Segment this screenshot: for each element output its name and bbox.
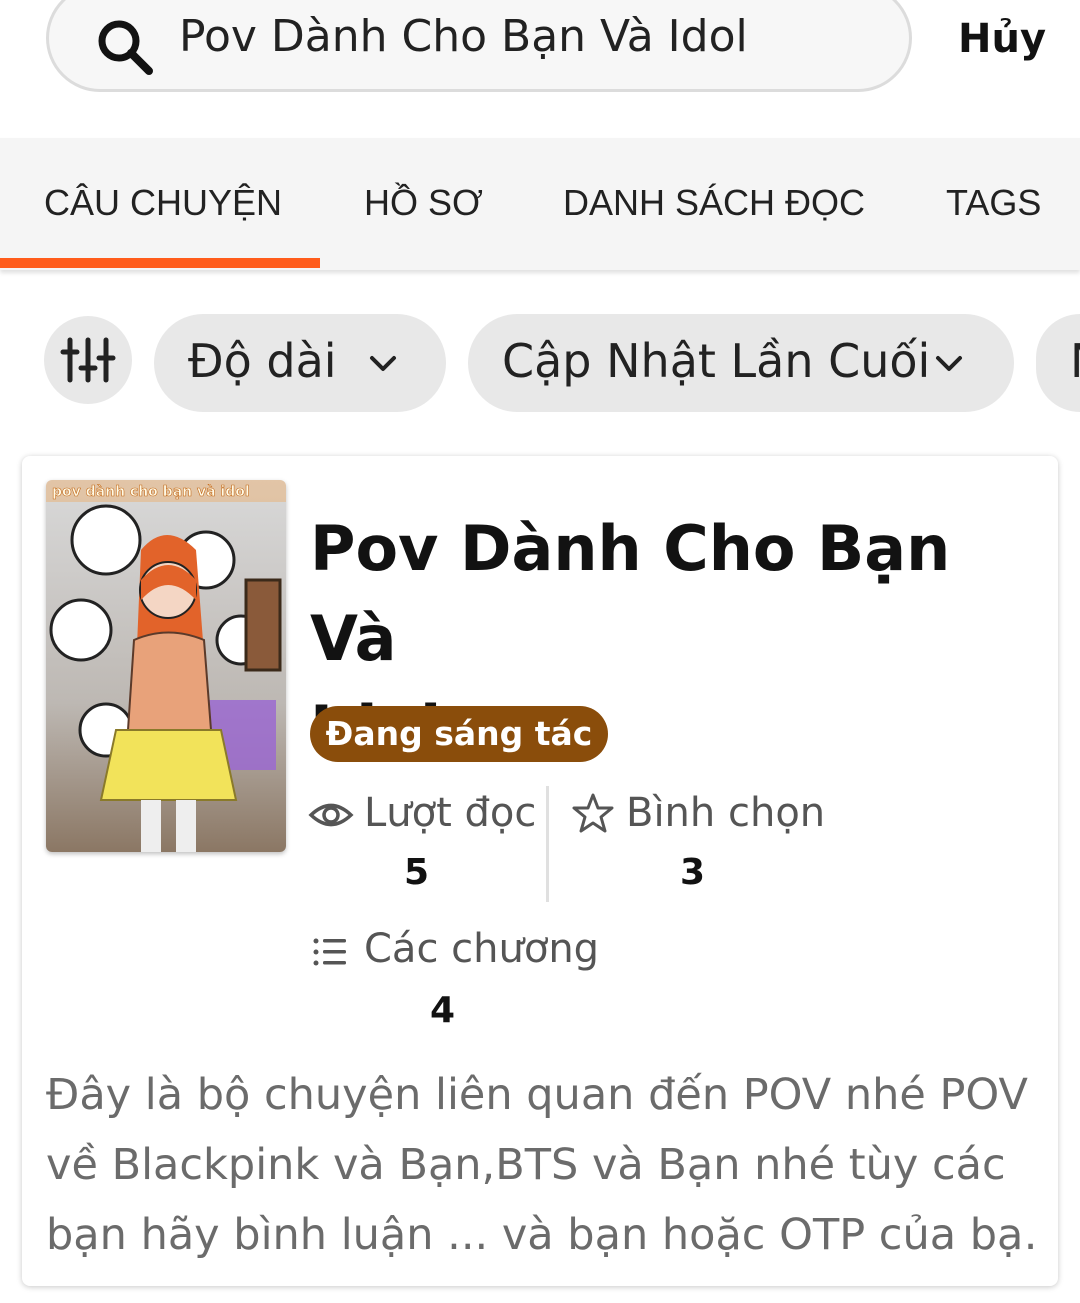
last-updated-filter-label: Cập Nhật Lần Cuối — [502, 334, 931, 388]
search-input[interactable]: Pov Dành Cho Bạn Và Idol — [46, 0, 912, 92]
cover-illustration: pov dành cho bạn và idol — [46, 480, 286, 852]
description-line: bạn hãy bình luận ... và bạn hoặc OTP củ… — [46, 1210, 1036, 1260]
story-title-line-1: Pov Dành Cho Bạn Và — [310, 512, 951, 675]
more-filter-label: N — [1070, 334, 1080, 388]
search-query[interactable]: Pov Dành Cho Bạn Và Idol — [179, 11, 748, 62]
reads-label: Lượt đọc — [364, 790, 537, 836]
description-line: về Blackpink và Bạn,BTS và Bạn nhé tùy c… — [46, 1140, 1006, 1190]
story-cover[interactable]: pov dành cho bạn và idol — [46, 480, 286, 852]
votes-count: 3 — [680, 852, 706, 893]
chevron-down-icon — [370, 356, 396, 371]
tab-profiles[interactable]: HỒ SƠ — [364, 182, 483, 224]
more-filter[interactable]: N — [1036, 314, 1080, 412]
tab-reading-lists[interactable]: DANH SÁCH ĐỌC — [563, 182, 865, 224]
story-card[interactable]: pov dành cho bạn và idol Pov Dành Cho Bạ… — [22, 456, 1058, 1286]
eye-icon — [308, 803, 354, 827]
last-updated-filter[interactable]: Cập Nhật Lần Cuối — [468, 314, 1014, 412]
chapters-count: 4 — [430, 990, 456, 1031]
search-icon — [98, 20, 153, 75]
tab-tags[interactable]: TAGS — [946, 182, 1041, 224]
tab-bar: CÂU CHUYỆN HỒ SƠ DANH SÁCH ĐỌC TAGS — [0, 138, 1080, 270]
reads-count: 5 — [404, 852, 430, 893]
stat-divider — [546, 786, 549, 902]
tab-stories[interactable]: CÂU CHUYỆN — [44, 182, 282, 224]
sliders-icon — [60, 337, 116, 383]
star-icon — [572, 793, 614, 833]
search-row: Pov Dành Cho Bạn Và Idol Hủy — [0, 0, 1080, 118]
filter-settings-button[interactable] — [44, 316, 132, 404]
description-line: Đây là bộ chuyện liên quan đến POV nhé P… — [46, 1070, 1028, 1120]
svg-text:pov dành cho bạn và idol: pov dành cho bạn và idol — [52, 484, 250, 500]
length-filter[interactable]: Độ dài — [154, 314, 446, 412]
cancel-button[interactable]: Hủy — [958, 16, 1046, 62]
list-icon — [313, 938, 346, 966]
chevron-down-icon — [936, 356, 962, 371]
votes-label: Bình chọn — [626, 790, 826, 836]
chapters-label: Các chương — [364, 926, 600, 972]
active-tab-indicator — [0, 258, 320, 268]
status-badge: Đang sáng tác — [310, 706, 608, 762]
story-description: Đây là bộ chuyện liên quan đến POV nhé P… — [46, 1060, 1036, 1270]
length-filter-label: Độ dài — [188, 334, 337, 388]
